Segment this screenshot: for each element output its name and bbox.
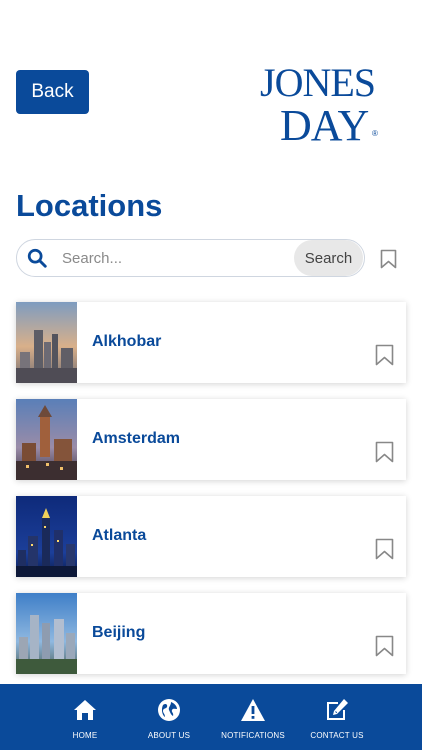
tab-label: ABOUT US xyxy=(147,731,191,740)
location-name: Beijing xyxy=(92,624,146,641)
home-icon xyxy=(74,700,96,720)
logo-line-2: DAY xyxy=(280,101,369,148)
location-name: Amsterdam xyxy=(92,430,181,447)
location-card-beijing[interactable]: Beijing xyxy=(16,593,406,674)
locations-list: Alkhobar Amsterdam Atlanta Beijing xyxy=(16,302,406,690)
city-thumbnail xyxy=(16,302,77,383)
location-name: Alkhobar xyxy=(92,333,162,350)
back-button[interactable]: Back xyxy=(16,70,89,114)
bookmark-icon[interactable] xyxy=(375,344,394,366)
search-bar: Search xyxy=(16,239,365,277)
bookmark-filter-icon[interactable] xyxy=(380,249,397,269)
globe-icon xyxy=(158,699,180,721)
bookmark-icon[interactable] xyxy=(375,441,394,463)
warning-icon xyxy=(241,699,265,721)
tab-label: NOTIFICATIONS xyxy=(221,731,285,740)
tab-label: CONTACT US xyxy=(310,731,364,740)
logo-line-1: JONES xyxy=(260,60,375,105)
location-card-atlanta[interactable]: Atlanta xyxy=(16,496,406,577)
search-icon xyxy=(27,248,47,268)
locations-screen: Back JONES DAY ® Locations Search... Sea… xyxy=(0,0,422,750)
bookmark-icon[interactable] xyxy=(375,635,394,657)
page-title: Locations xyxy=(16,188,163,223)
city-thumbnail xyxy=(16,593,77,674)
jones-day-logo: JONES DAY ® xyxy=(260,60,378,148)
tab-home[interactable]: HOME xyxy=(43,684,127,750)
edit-icon xyxy=(327,699,348,720)
tab-about-us[interactable]: ABOUT US xyxy=(127,684,211,750)
location-card-amsterdam[interactable]: Amsterdam xyxy=(16,399,406,480)
tab-contact-us[interactable]: CONTACT US xyxy=(295,684,379,750)
location-name: Atlanta xyxy=(92,527,147,544)
city-thumbnail xyxy=(16,399,77,480)
tab-label: HOME xyxy=(72,731,98,740)
search-button[interactable]: Search xyxy=(294,240,363,276)
location-card-alkhobar[interactable]: Alkhobar xyxy=(16,302,406,383)
city-thumbnail xyxy=(16,496,77,577)
tab-notifications[interactable]: NOTIFICATIONS xyxy=(211,684,295,750)
logo-registered-mark: ® xyxy=(372,129,378,138)
bookmark-icon[interactable] xyxy=(375,538,394,560)
search-input[interactable] xyxy=(48,249,294,267)
bottom-tab-bar: HOME ABOUT US NOTIFICATIONS CONTACT US xyxy=(0,684,422,750)
